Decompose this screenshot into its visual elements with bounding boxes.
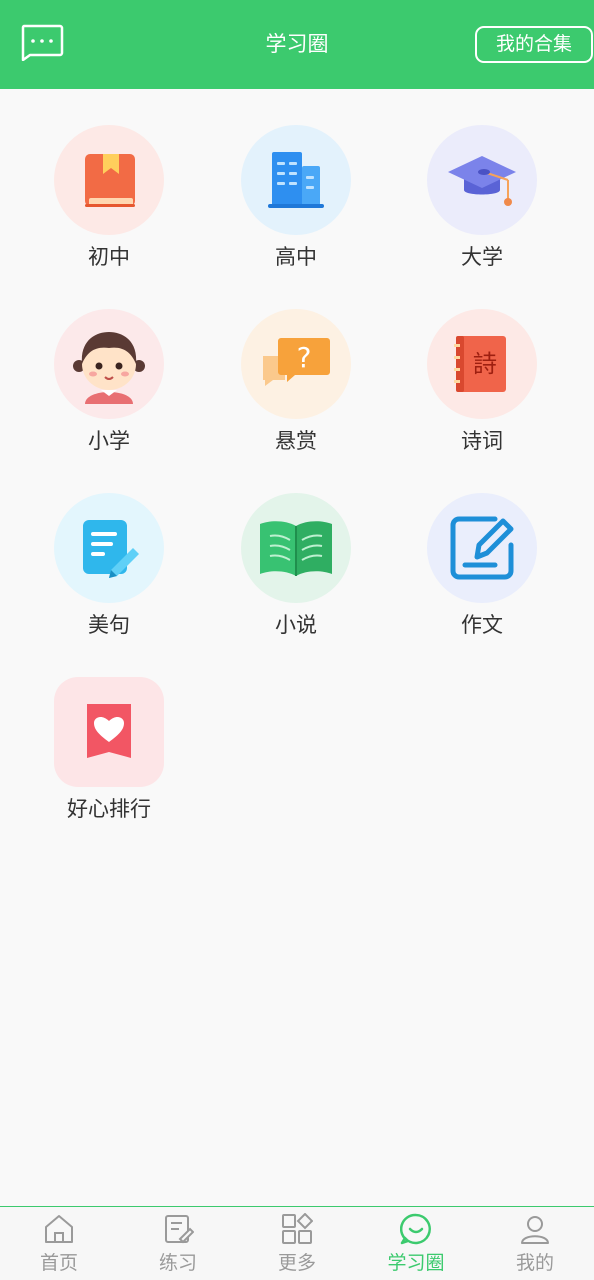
message-button[interactable] <box>20 24 64 62</box>
category-poetry[interactable]: 詩 诗词 <box>402 273 562 453</box>
category-label: 作文 <box>461 613 503 637</box>
category-label: 大学 <box>461 245 503 269</box>
category-label: 悬赏 <box>275 429 317 453</box>
category-label: 美句 <box>88 613 130 637</box>
category-label: 小学 <box>88 429 130 453</box>
category-primary[interactable]: 小学 <box>29 273 189 453</box>
svg-text:?: ? <box>297 341 312 374</box>
category-icon-bg <box>54 493 164 603</box>
category-senior-high[interactable]: 高中 <box>216 89 376 269</box>
chat-circle-icon <box>400 1213 431 1245</box>
tab-home[interactable]: 首页 <box>0 1207 118 1280</box>
tab-label: 更多 <box>277 1252 316 1274</box>
category-quotes[interactable]: 美句 <box>29 457 189 637</box>
category-icon-bg <box>427 125 537 235</box>
category-essay[interactable]: 作文 <box>402 457 562 637</box>
open-book-icon <box>260 521 332 576</box>
tab-label: 学习圈 <box>387 1252 445 1274</box>
category-icon-bg <box>54 125 164 235</box>
note-pen-icon <box>83 520 139 578</box>
top-bar: 学习圈 我的合集 <box>0 0 594 89</box>
girl-icon <box>73 332 145 404</box>
graduation-cap-icon <box>448 156 516 206</box>
category-novel[interactable]: 小说 <box>216 457 376 637</box>
category-label: 初中 <box>88 245 130 269</box>
home-icon <box>45 1215 73 1243</box>
tab-mine[interactable]: 我的 <box>476 1207 594 1280</box>
tab-study-circle[interactable]: 学习圈 <box>357 1207 475 1280</box>
tab-more[interactable]: 更多 <box>238 1207 356 1280</box>
tab-label: 练习 <box>158 1252 197 1274</box>
message-icon <box>21 24 64 62</box>
category-icon-bg <box>54 309 164 419</box>
category-bounty[interactable]: ? 悬赏 <box>216 273 376 453</box>
tab-label: 我的 <box>515 1252 554 1274</box>
category-icon-bg <box>241 125 351 235</box>
category-icon-bg <box>241 493 351 603</box>
category-label: 小说 <box>275 613 317 637</box>
category-icon-bg <box>427 493 537 603</box>
category-university[interactable]: 大学 <box>402 89 562 269</box>
my-collection-button[interactable]: 我的合集 <box>475 26 593 63</box>
tab-practice[interactable]: 练习 <box>119 1207 237 1280</box>
edit-icon <box>450 516 514 580</box>
category-icon-bg: 詩 <box>427 309 537 419</box>
book-icon <box>85 154 135 207</box>
svg-text:詩: 詩 <box>473 350 497 378</box>
category-kindness-ranking[interactable]: 好心排行 <box>29 641 189 821</box>
heart-badge-icon <box>87 704 131 758</box>
category-junior-high[interactable]: 初中 <box>29 89 189 269</box>
category-label: 诗词 <box>461 429 503 453</box>
practice-icon <box>165 1215 194 1244</box>
grid-icon <box>282 1213 313 1244</box>
category-icon-bg <box>54 677 164 787</box>
user-icon <box>521 1216 549 1244</box>
tab-label: 首页 <box>39 1252 78 1274</box>
building-icon <box>268 152 324 208</box>
category-label: 好心排行 <box>67 797 151 821</box>
question-bubble-icon: ? <box>263 338 330 386</box>
category-label: 高中 <box>275 245 317 269</box>
category-icon-bg: ? <box>241 309 351 419</box>
poem-book-icon: 詩 <box>454 336 506 392</box>
bottom-tab-bar: 首页 练习 更多 学习圈 我的 <box>0 1206 594 1280</box>
